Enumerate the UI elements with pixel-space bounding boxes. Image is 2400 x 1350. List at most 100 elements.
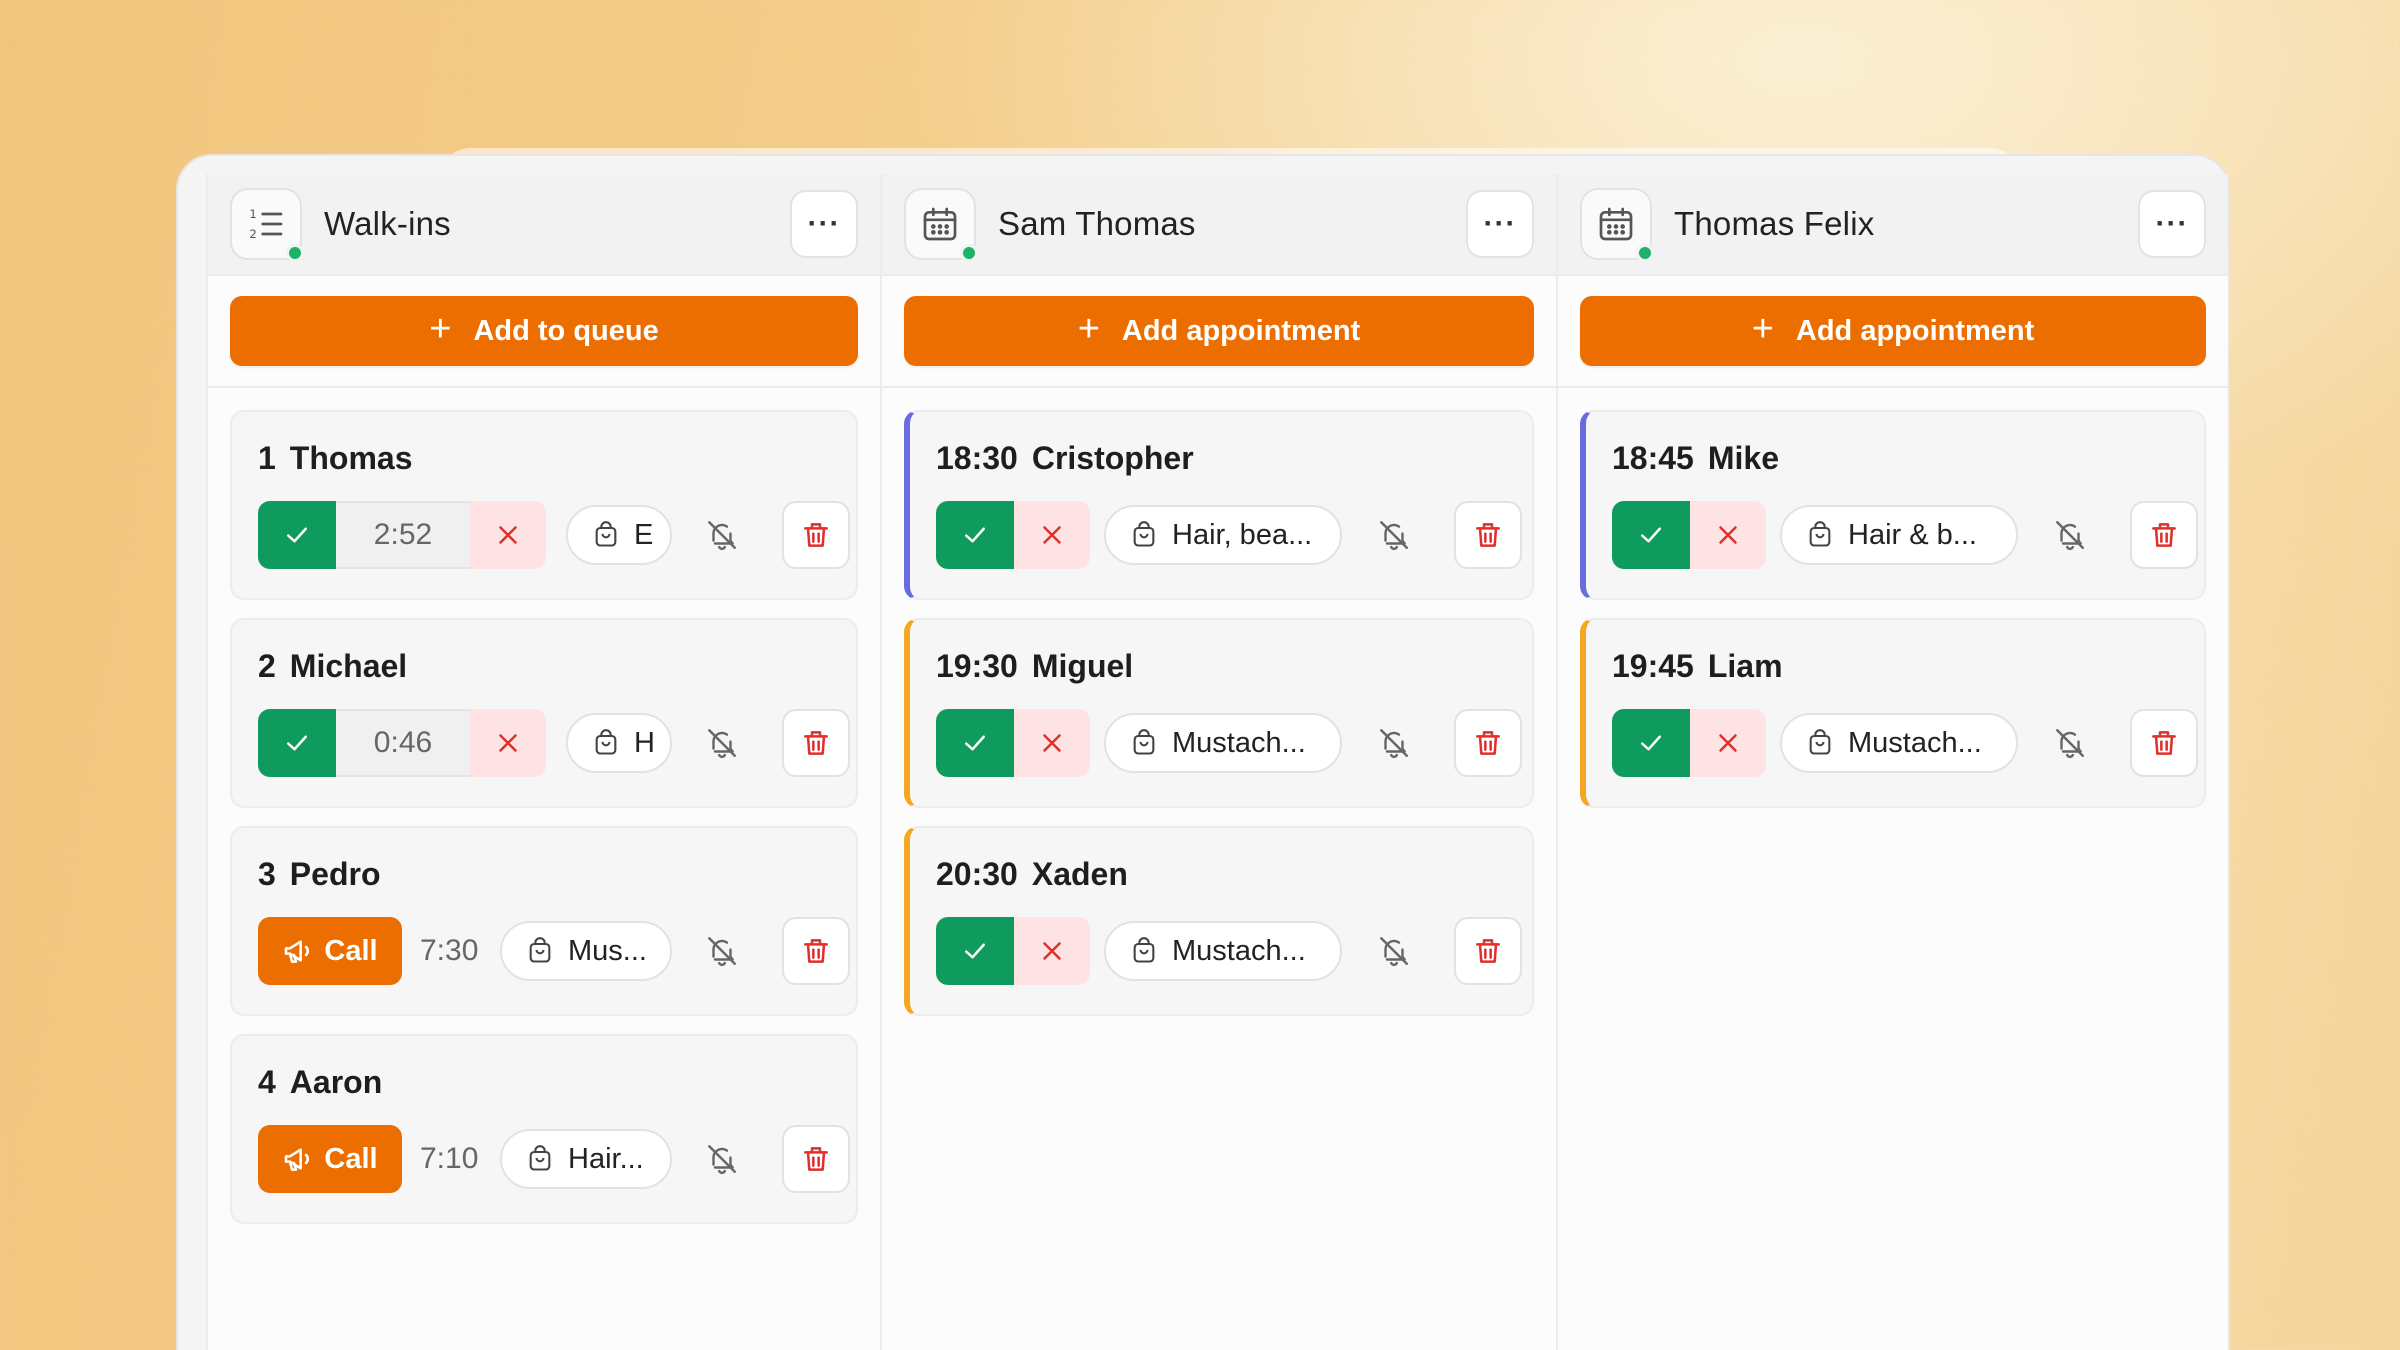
calendar-icon[interactable] (904, 188, 978, 262)
confirm-button[interactable] (936, 709, 1014, 777)
service-chip[interactable]: Mustach... (1780, 713, 2018, 773)
client-name: Cristopher (1031, 440, 1194, 476)
delete-button[interactable] (782, 917, 850, 985)
more-options-button[interactable]: ··· (2138, 190, 2206, 258)
service-chip[interactable]: E (566, 505, 672, 565)
add-to-queue-button[interactable]: + Add to queue (230, 296, 858, 366)
check-icon (1641, 735, 1661, 751)
delete-button[interactable] (782, 1125, 850, 1193)
queue-card[interactable]: 2 Michael 0:46 H (230, 618, 858, 808)
plus-icon: + (429, 308, 452, 350)
service-chip[interactable]: Mustach... (1104, 921, 1342, 981)
delete-button[interactable] (782, 501, 850, 569)
bell-off-icon[interactable] (698, 1135, 746, 1183)
confirm-button[interactable] (936, 917, 1014, 985)
appointment-card[interactable]: 20:30 Xaden Mustach... (904, 826, 1534, 1016)
delete-button[interactable] (2130, 709, 2198, 777)
confirm-button[interactable] (1612, 709, 1690, 777)
megaphone-icon (285, 1148, 310, 1171)
column-header: 1 2 Walk-ins ··· (208, 174, 880, 276)
appointment-card[interactable]: 18:30 Cristopher Hair, bea... (904, 410, 1534, 600)
calendar-icon[interactable] (1580, 188, 1654, 262)
delete-button[interactable] (1454, 501, 1522, 569)
service-chip[interactable]: Mustach... (1104, 713, 1342, 773)
check-icon (287, 527, 307, 543)
status-control (1612, 501, 1766, 569)
bell-off-icon[interactable] (698, 927, 746, 975)
queue-number: 3 (258, 856, 276, 892)
wait-timer: 0:46 (336, 709, 470, 777)
column-title: Walk-ins (324, 205, 451, 242)
cancel-button[interactable] (1014, 709, 1090, 777)
call-label: Call (324, 1142, 378, 1175)
more-options-button[interactable]: ··· (790, 190, 858, 258)
column-title: Thomas Felix (1674, 205, 1875, 242)
bell-off-icon[interactable] (1370, 719, 1418, 767)
cancel-button[interactable] (470, 501, 546, 569)
queue-card[interactable]: 3 Pedro Call 7:30 Mus... (230, 826, 858, 1016)
appointment-card[interactable]: 19:30 Miguel Mustach... (904, 618, 1534, 808)
numbered-list-icon[interactable]: 1 2 (230, 188, 304, 262)
appointment-time: 18:30 (936, 440, 1018, 476)
bell-off-icon[interactable] (698, 719, 746, 767)
service-label: Mustach... (1172, 726, 1306, 759)
status-control (936, 501, 1090, 569)
trash-icon (804, 939, 828, 963)
delete-button[interactable] (2130, 501, 2198, 569)
bag-icon (529, 937, 551, 963)
close-icon (1043, 942, 1061, 960)
cancel-button[interactable] (470, 709, 546, 777)
svg-text:1: 1 (249, 207, 256, 221)
client-name: Aaron (289, 1064, 383, 1100)
confirm-button[interactable] (258, 501, 336, 569)
column-thomas-felix: Thomas Felix ··· + Add appointment 18:45… (1558, 174, 2228, 1350)
cancel-button[interactable] (1014, 917, 1090, 985)
close-icon (1719, 734, 1737, 752)
call-button[interactable]: Call (258, 917, 402, 985)
call-button[interactable]: Call (258, 1125, 402, 1193)
delete-button[interactable] (1454, 709, 1522, 777)
bell-off-icon[interactable] (2046, 719, 2094, 767)
confirm-button[interactable] (1612, 501, 1690, 569)
bell-off-icon[interactable] (1370, 511, 1418, 559)
queue-number: 4 (258, 1064, 276, 1100)
bag-icon (1133, 729, 1155, 755)
appointment-card[interactable]: 18:45 Mike Hair & b... (1580, 410, 2206, 600)
status-control (1612, 709, 1766, 777)
queue-card[interactable]: 1 Thomas 2:52 E (230, 410, 858, 600)
appointment-card[interactable]: 19:45 Liam Mustach... (1580, 618, 2206, 808)
cancel-button[interactable] (1014, 501, 1090, 569)
more-options-button[interactable]: ··· (1466, 190, 1534, 258)
service-chip[interactable]: H (566, 713, 672, 773)
status-control (936, 709, 1090, 777)
confirm-button[interactable] (258, 709, 336, 777)
check-icon (965, 943, 985, 959)
status-control: 0:46 (258, 709, 546, 777)
service-label: H (634, 726, 655, 759)
appointment-time: 19:30 (936, 648, 1018, 684)
delete-button[interactable] (782, 709, 850, 777)
schedule-board: 1 2 Walk-ins ··· + Add to queue 1Thomas … (176, 154, 2230, 1350)
confirm-button[interactable] (936, 501, 1014, 569)
service-label: Hair, bea... (1172, 518, 1313, 551)
queue-card[interactable]: 4 Aaron Call 7:10 Hair... (230, 1034, 858, 1224)
cancel-button[interactable] (1690, 501, 1766, 569)
bell-off-icon[interactable] (1370, 927, 1418, 975)
appointment-time: 19:45 (1612, 648, 1694, 684)
add-appointment-button[interactable]: + Add appointment (904, 296, 1534, 366)
delete-button[interactable] (1454, 917, 1522, 985)
megaphone-icon (285, 940, 310, 963)
service-chip[interactable]: Mus... (500, 921, 672, 981)
bell-off-icon[interactable] (2046, 511, 2094, 559)
online-status-dot (286, 244, 304, 262)
check-icon (965, 735, 985, 751)
service-chip[interactable]: Hair, bea... (1104, 505, 1342, 565)
close-icon (1043, 734, 1061, 752)
wait-timer: 2:52 (336, 501, 470, 569)
add-appointment-button[interactable]: + Add appointment (1580, 296, 2206, 366)
trash-icon (2152, 523, 2176, 547)
service-chip[interactable]: Hair... (500, 1129, 672, 1189)
cancel-button[interactable] (1690, 709, 1766, 777)
bell-off-icon[interactable] (698, 511, 746, 559)
service-chip[interactable]: Hair & b... (1780, 505, 2018, 565)
